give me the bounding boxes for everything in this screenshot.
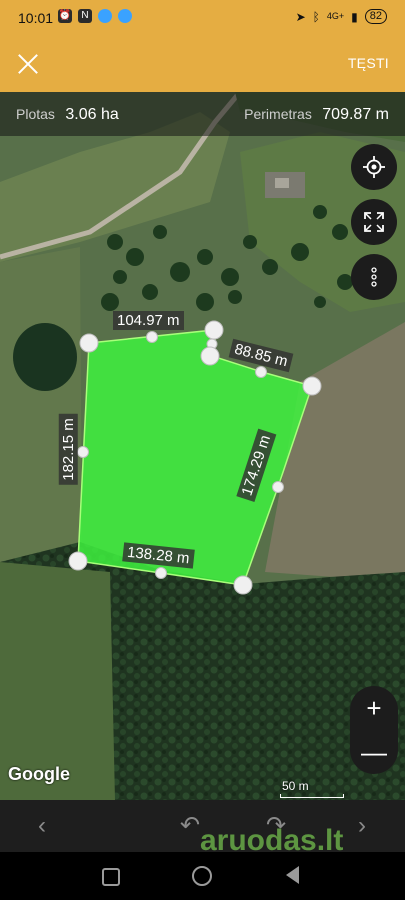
scale-label: 50 m	[282, 779, 309, 793]
vertex-handle	[302, 376, 322, 396]
midpoint-handle	[272, 481, 284, 493]
home-icon[interactable]	[192, 866, 212, 886]
status-right: ➤ ᛒ 4G+ ▮ 82	[296, 9, 387, 24]
map-view[interactable]: 104.97 m 88.85 m 174.29 m 138.28 m 182.1…	[0, 92, 405, 800]
measurement-bar: Plotas 3.06 ha Perimetras 709.87 m	[0, 92, 405, 136]
app-notification-icon	[98, 9, 112, 23]
app-bar: TĘSTI	[0, 36, 405, 92]
close-icon[interactable]	[16, 52, 40, 76]
bluetooth-icon: ᛒ	[312, 9, 320, 24]
fit-to-parcel-button[interactable]	[351, 199, 397, 245]
vertex-handle	[79, 333, 99, 353]
more-vertical-icon	[371, 267, 377, 287]
vertex-handle	[200, 346, 220, 366]
scale-bar	[280, 794, 344, 798]
network-label: 4G+	[326, 11, 345, 21]
app-notification-icon	[118, 9, 132, 23]
status-bar: 10:01 ⏰ N ➤ ᛒ 4G+ ▮ 82	[0, 0, 405, 36]
segment-length-top: 104.97 m	[113, 311, 184, 330]
vertex-handle	[204, 320, 224, 340]
google-logo: Google	[8, 764, 70, 784]
area-label: Plotas	[16, 106, 55, 122]
perimeter-readout: Perimetras 709.87 m	[244, 106, 389, 124]
signal-icon: ▮	[351, 9, 358, 24]
nfc-icon: N	[78, 9, 92, 23]
watermark-suffix: .lt	[316, 824, 344, 857]
alarm-icon: ⏰	[58, 9, 72, 23]
status-time: 10:01	[18, 10, 54, 26]
perimeter-label: Perimetras	[244, 106, 312, 122]
continue-button[interactable]: TĘSTI	[348, 55, 389, 71]
midpoint-handle	[255, 366, 267, 378]
expand-icon	[364, 212, 384, 232]
zoom-controls: + —	[350, 686, 398, 774]
notification-icons: ⏰ N	[58, 9, 132, 23]
area-readout: Plotas 3.06 ha	[16, 106, 119, 124]
my-location-button[interactable]	[351, 144, 397, 190]
battery-level: 82	[364, 9, 387, 24]
recents-icon[interactable]	[102, 868, 120, 886]
chevron-left-icon[interactable]: ‹	[28, 812, 56, 840]
location-icon: ➤	[295, 9, 306, 24]
crosshair-icon	[363, 156, 385, 178]
chevron-right-icon[interactable]: ›	[348, 812, 376, 840]
vertex-handle	[68, 551, 88, 571]
segment-length-left: 182.15 m	[58, 414, 78, 485]
zoom-in-button[interactable]: +	[350, 686, 398, 730]
midpoint-handle	[155, 567, 167, 579]
watermark: aruodas.lt	[200, 824, 343, 858]
watermark-text: aruodas	[200, 824, 317, 857]
midpoint-handle	[77, 446, 89, 458]
area-value: 3.06 ha	[65, 106, 119, 123]
zoom-out-button[interactable]: —	[350, 730, 398, 774]
system-nav-bar	[0, 852, 405, 900]
perimeter-value: 709.87 m	[322, 106, 389, 123]
more-options-button[interactable]	[351, 254, 397, 300]
vertex-handle	[233, 575, 253, 595]
midpoint-handle	[146, 331, 158, 343]
back-icon[interactable]	[286, 866, 299, 884]
